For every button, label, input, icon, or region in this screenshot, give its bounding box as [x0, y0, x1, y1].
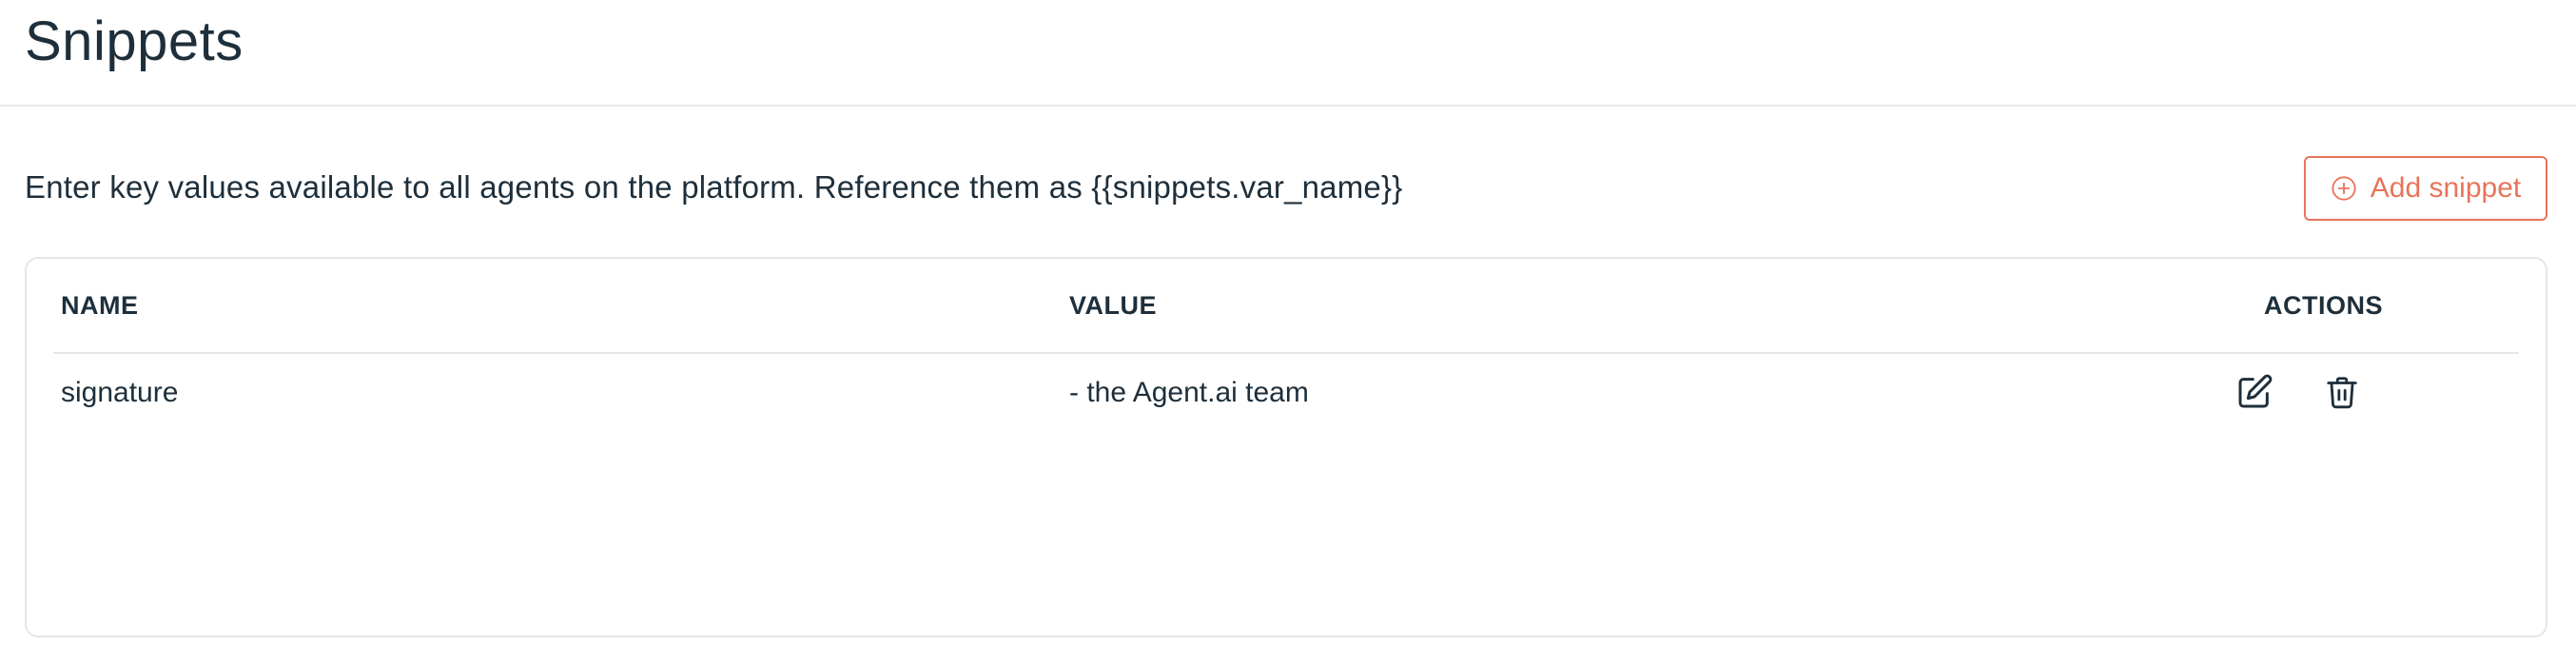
trash-icon[interactable]	[2319, 369, 2365, 415]
snippets-table: NAME VALUE ACTIONS signature - the Agent…	[25, 257, 2547, 637]
snippet-value-cell: - the Agent.ai team	[1069, 377, 1309, 408]
page-title: Snippets	[25, 10, 244, 72]
edit-icon[interactable]	[2232, 369, 2277, 415]
add-snippet-button[interactable]: Add snippet	[2304, 156, 2547, 221]
page-header: Snippets	[0, 0, 2576, 107]
column-header-actions: ACTIONS	[2264, 291, 2383, 320]
column-header-value: VALUE	[1069, 291, 1158, 320]
table-row: signature - the Agent.ai team	[53, 354, 2519, 440]
plus-circle-icon	[2331, 175, 2357, 202]
page-description: Enter key values available to all agents…	[25, 169, 1403, 205]
add-snippet-label: Add snippet	[2370, 172, 2522, 204]
snippet-name-cell: signature	[61, 377, 179, 408]
column-header-name: NAME	[61, 291, 139, 320]
table-header: NAME VALUE ACTIONS	[53, 259, 2519, 354]
